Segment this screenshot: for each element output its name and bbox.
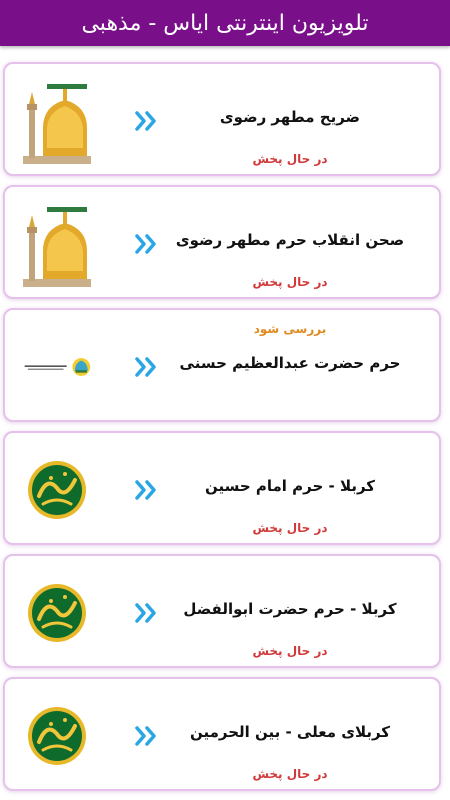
hussain-calligraphy-icon <box>23 447 91 533</box>
channel-title: کربلای معلی - بین الحرمین <box>189 723 391 741</box>
channel-card[interactable]: ضریح مطهر رضوی در حال پخش <box>3 62 441 176</box>
hussain-calligraphy-icon <box>23 570 91 656</box>
chevron-double-right-icon <box>135 356 161 378</box>
shrine-dome-icon <box>23 201 91 287</box>
status-text: در حال پخش <box>252 644 328 658</box>
shrine-logo-icon <box>23 324 91 410</box>
channel-title: حرم حضرت عبدالعظیم حسنی <box>179 354 401 372</box>
chevron-double-right-icon <box>135 479 161 501</box>
chevron-double-right-icon <box>135 725 161 747</box>
channel-card[interactable]: کربلا - حرم حضرت ابوالفضل در حال پخش <box>3 554 441 668</box>
channel-title: کربلا - حرم حضرت ابوالفضل <box>183 600 397 618</box>
page-title: تلویزیون اینترنتی ایاس - مذهبی <box>81 10 369 36</box>
status-text: بررسی شود <box>253 322 327 336</box>
status-text: در حال پخش <box>252 275 328 289</box>
channel-card[interactable]: کربلای معلی - بین الحرمین در حال پخش <box>3 677 441 791</box>
status-text: در حال پخش <box>252 767 328 781</box>
hussain-calligraphy-icon <box>23 693 91 779</box>
chevron-double-right-icon <box>135 233 161 255</box>
status-text: در حال پخش <box>252 152 328 166</box>
channel-title: کربلا - حرم امام حسین <box>204 477 376 495</box>
channel-card[interactable]: صحن انقلاب حرم مطهر رضوی در حال پخش <box>3 185 441 299</box>
chevron-double-right-icon <box>135 602 161 624</box>
channel-title: ضریح مطهر رضوی <box>219 108 361 126</box>
app-header: تلویزیون اینترنتی ایاس - مذهبی <box>0 0 450 46</box>
chevron-double-right-icon <box>135 110 161 132</box>
channel-title: صحن انقلاب حرم مطهر رضوی <box>175 231 405 249</box>
channel-card[interactable]: کربلا - حرم امام حسین در حال پخش <box>3 431 441 545</box>
channel-card[interactable]: بررسی شود حرم حضرت عبدالعظیم حسنی <box>3 308 441 422</box>
shrine-dome-icon <box>23 78 91 164</box>
status-text: در حال پخش <box>252 521 328 535</box>
